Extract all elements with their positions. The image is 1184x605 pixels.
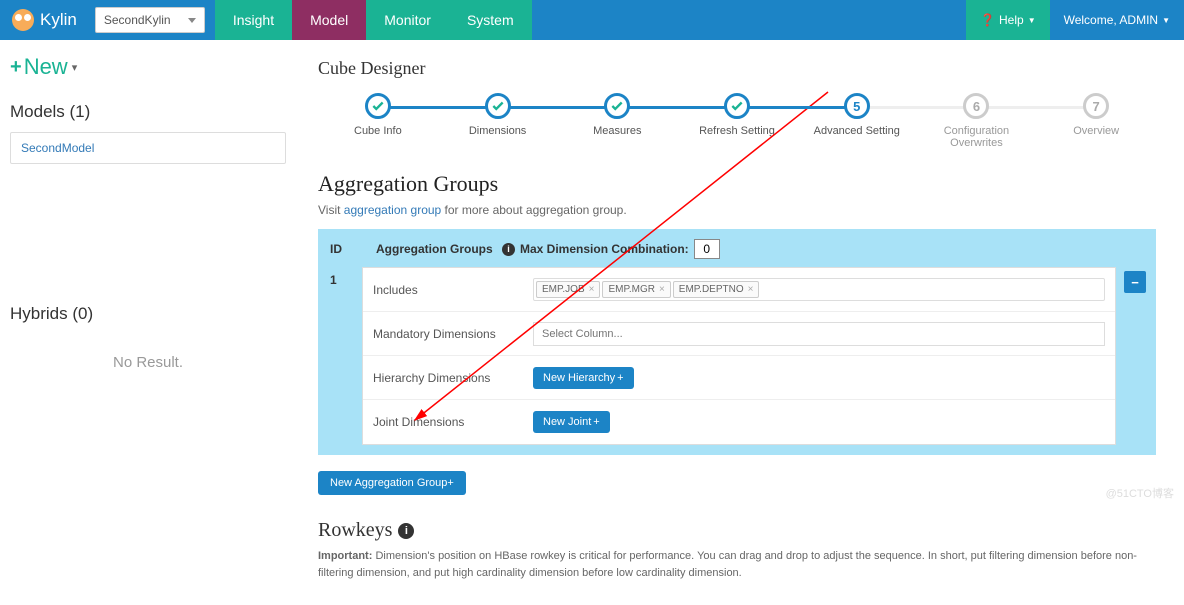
step-measures[interactable]: Measures: [557, 93, 677, 137]
plus-icon: +: [617, 372, 623, 384]
agg-header-row: ID Aggregation Groups i Max Dimension Co…: [322, 233, 1152, 265]
user-menu[interactable]: Welcome, ADMIN ▼: [1050, 0, 1184, 40]
agg-subtitle: Visit aggregation group for more about a…: [318, 203, 1156, 217]
max-combo-input[interactable]: [694, 239, 720, 259]
step-refresh[interactable]: Refresh Setting: [677, 93, 797, 137]
group-header: Aggregation Groups: [376, 242, 502, 256]
chevron-down-icon: ▾: [72, 61, 78, 74]
nav-model[interactable]: Model: [292, 0, 366, 40]
plus-icon: +: [593, 416, 599, 428]
hierarchy-field: Hierarchy Dimensions New Hierarchy+: [363, 356, 1115, 400]
chevron-down-icon: ▼: [1028, 16, 1036, 25]
tag-emp-mgr[interactable]: EMP.MGR×: [602, 281, 670, 298]
agg-row-id: 1: [322, 265, 362, 451]
model-item[interactable]: SecondModel: [10, 132, 286, 164]
new-joint-button[interactable]: New Joint+: [533, 411, 610, 433]
agg-group-row: 1 Includes EMP.JOB× EMP.MGR× EMP.DEPTNO×: [322, 265, 1152, 451]
plus-icon: +: [447, 477, 453, 489]
includes-field: Includes EMP.JOB× EMP.MGR× EMP.DEPTNO×: [363, 268, 1115, 312]
nav-monitor[interactable]: Monitor: [366, 0, 449, 40]
info-icon: i: [502, 243, 515, 256]
mandatory-field: Mandatory Dimensions: [363, 312, 1115, 356]
close-icon[interactable]: ×: [589, 284, 595, 295]
agg-groups-panel: ID Aggregation Groups i Max Dimension Co…: [318, 229, 1156, 455]
chevron-down-icon: ▼: [1162, 16, 1170, 25]
main-content: Cube Designer Cube Info Dimensions Measu…: [300, 40, 1184, 605]
plus-icon: +: [10, 56, 22, 79]
rowkeys-title: Rowkeys i: [318, 519, 1156, 542]
stepper: Cube Info Dimensions Measures Refresh Se…: [318, 93, 1156, 149]
step-advanced[interactable]: 5 Advanced Setting: [797, 93, 917, 137]
nav-items: Insight Model Monitor System: [215, 0, 532, 40]
new-hierarchy-button[interactable]: New Hierarchy+: [533, 367, 634, 389]
step-overview[interactable]: 7 Overview: [1036, 93, 1156, 137]
tag-emp-deptno[interactable]: EMP.DEPTNO×: [673, 281, 760, 298]
new-agg-group-button[interactable]: New Aggregation Group+: [318, 471, 466, 495]
nav-system[interactable]: System: [449, 0, 532, 40]
no-result-text: No Result.: [10, 354, 286, 371]
kylin-logo-icon: [12, 9, 34, 31]
chevron-down-icon: [188, 18, 196, 23]
nav-right: ❓ Help ▼ Welcome, ADMIN ▼: [966, 0, 1184, 40]
step-config[interactable]: 6 Configuration Overwrites: [917, 93, 1037, 149]
check-icon: [371, 99, 385, 113]
agg-link[interactable]: aggregation group: [344, 203, 441, 217]
close-icon[interactable]: ×: [659, 284, 665, 295]
hybrids-heading: Hybrids (0): [10, 304, 286, 324]
info-icon[interactable]: i: [398, 523, 414, 539]
rowkeys-desc: Important: Dimension's position on HBase…: [318, 548, 1156, 581]
watermark: @51CTO博客: [1106, 485, 1174, 501]
navbar: Kylin SecondKylin Insight Model Monitor …: [0, 0, 1184, 40]
help-menu[interactable]: ❓ Help ▼: [966, 0, 1050, 40]
brand[interactable]: Kylin: [0, 9, 89, 31]
max-combo-label: i Max Dimension Combination:: [502, 239, 720, 259]
step-dimensions[interactable]: Dimensions: [438, 93, 558, 137]
id-header: ID: [330, 242, 376, 256]
project-name: SecondKylin: [104, 13, 171, 27]
check-icon: [491, 99, 505, 113]
check-icon: [730, 99, 744, 113]
remove-group-button[interactable]: −: [1124, 271, 1146, 293]
mandatory-select[interactable]: [533, 322, 1105, 346]
joint-field: Joint Dimensions New Joint+: [363, 400, 1115, 444]
check-icon: [610, 99, 624, 113]
nav-insight[interactable]: Insight: [215, 0, 292, 40]
help-icon: ❓: [980, 13, 995, 27]
page-title: Cube Designer: [318, 58, 1156, 79]
includes-tags[interactable]: EMP.JOB× EMP.MGR× EMP.DEPTNO×: [533, 278, 1105, 301]
close-icon[interactable]: ×: [748, 284, 754, 295]
project-selector[interactable]: SecondKylin: [95, 7, 205, 33]
models-heading: Models (1): [10, 102, 286, 122]
new-button[interactable]: + New ▾: [10, 54, 286, 80]
sidebar: + New ▾ Models (1) SecondModel Hybrids (…: [0, 40, 300, 605]
agg-group-body: Includes EMP.JOB× EMP.MGR× EMP.DEPTNO× M…: [362, 267, 1116, 445]
tag-emp-job[interactable]: EMP.JOB×: [536, 281, 600, 298]
brand-text: Kylin: [40, 10, 77, 30]
agg-title: Aggregation Groups: [318, 171, 1156, 197]
step-cube-info[interactable]: Cube Info: [318, 93, 438, 137]
